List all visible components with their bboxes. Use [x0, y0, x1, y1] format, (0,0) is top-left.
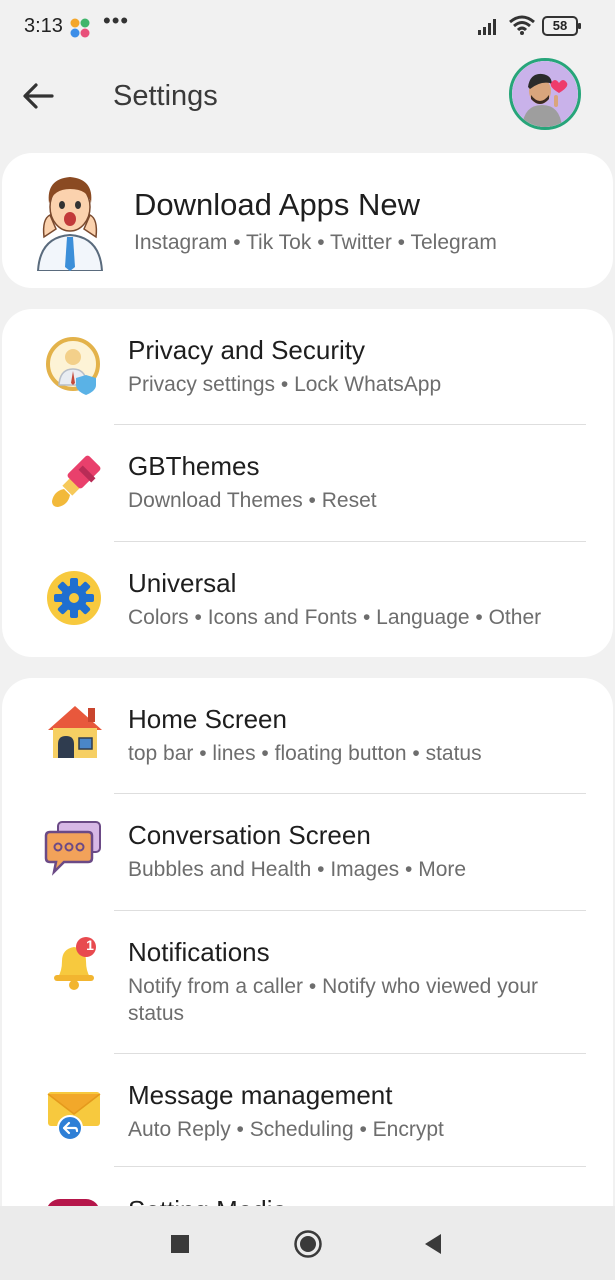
- settings-item-notifications[interactable]: 1 Notifications Notify from a caller • N…: [2, 911, 613, 1054]
- wifi-icon: [509, 15, 535, 35]
- message-management-subtitle: Auto Reply • Scheduling • Encrypt: [128, 1118, 444, 1141]
- home-screen-title: Home Screen: [128, 704, 287, 734]
- system-nav-bar: [0, 1206, 615, 1280]
- privacy-subtitle: Privacy settings • Lock WhatsApp: [128, 373, 442, 396]
- settings-item-gbthemes[interactable]: GBThemes Download Themes • Reset: [2, 425, 613, 542]
- home-screen-subtitle: top bar • lines • floating button • stat…: [128, 742, 482, 765]
- privacy-title: Privacy and Security: [128, 335, 365, 365]
- settings-item-message-management[interactable]: Message management Auto Reply • Scheduli…: [2, 1054, 613, 1167]
- download-apps-card[interactable]: Download Apps New Instagram • Tik Tok • …: [2, 153, 613, 288]
- settings-item-universal[interactable]: Universal Colors • Icons and Fonts • Lan…: [2, 542, 613, 657]
- universal-title: Universal: [128, 568, 237, 598]
- avatar-memoji-icon: [512, 61, 578, 127]
- app-header: Settings: [0, 58, 615, 140]
- chat-bubbles-icon: [44, 821, 101, 876]
- notifications-subtitle: Notify from a caller • Notify who viewed…: [128, 975, 538, 1025]
- settings-item-home-screen[interactable]: Home Screen top bar • lines • floating b…: [2, 678, 613, 794]
- back-arrow-icon[interactable]: [18, 76, 60, 116]
- settings-group-general: Privacy and Security Privacy settings • …: [2, 309, 613, 657]
- settings-item-privacy[interactable]: Privacy and Security Privacy settings • …: [2, 309, 613, 425]
- notification-dots: •••: [103, 8, 130, 33]
- message-management-title: Message management: [128, 1080, 393, 1110]
- download-apps-title: Download Apps New: [134, 187, 421, 222]
- notification-badge: 1: [86, 937, 94, 953]
- settings-group-screens: Home Screen top bar • lines • floating b…: [2, 678, 613, 1238]
- privacy-icon: [46, 337, 100, 395]
- notifications-title: Notifications: [128, 937, 270, 967]
- universal-subtitle: Colors • Icons and Fonts • Language • Ot…: [128, 606, 542, 629]
- home-button-icon[interactable]: [293, 1229, 323, 1259]
- recents-button[interactable]: [171, 1235, 189, 1253]
- back-triangle-icon[interactable]: [423, 1233, 443, 1255]
- paintbrush-icon: [52, 455, 101, 507]
- gbthemes-subtitle: Download Themes • Reset: [128, 489, 377, 512]
- gbthemes-title: GBThemes: [128, 451, 260, 481]
- battery-level: 58: [552, 18, 568, 33]
- conversation-screen-title: Conversation Screen: [128, 820, 371, 850]
- status-bar: 3:13 ••• 58: [0, 0, 615, 56]
- download-apps-subtitle: Instagram • Tik Tok • Twitter • Telegram: [134, 231, 497, 254]
- page-title: Settings: [113, 80, 218, 112]
- signal-icon: [478, 19, 496, 35]
- envelope-icon: [47, 1092, 101, 1141]
- house-icon: [48, 706, 102, 758]
- cartoon-man-icon: [36, 177, 104, 271]
- settings-item-conversation-screen[interactable]: Conversation Screen Bubbles and Health •…: [2, 794, 613, 911]
- pinwheel-icon: [70, 18, 90, 38]
- gear-icon: [47, 571, 101, 625]
- status-time: 3:13: [24, 15, 63, 37]
- conversation-screen-subtitle: Bubbles and Health • Images • More: [128, 858, 467, 881]
- profile-avatar[interactable]: [509, 58, 581, 130]
